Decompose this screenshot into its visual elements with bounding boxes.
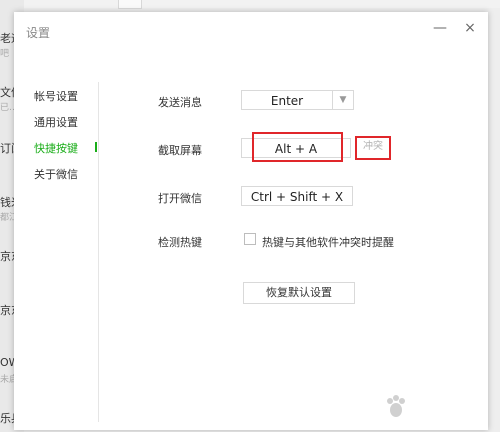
nav-item-shortcuts[interactable]: 快捷按键 xyxy=(34,140,78,156)
settings-nav: 帐号设置 通用设置 快捷按键 关于微信 xyxy=(14,82,99,422)
open-wechat-hotkey-field[interactable]: Ctrl + Shift + X xyxy=(241,186,353,206)
highlight-box xyxy=(252,132,343,162)
nav-item-account[interactable]: 帐号设置 xyxy=(34,88,78,104)
nav-item-about[interactable]: 关于微信 xyxy=(34,166,78,182)
minimize-icon[interactable]: — xyxy=(432,20,448,36)
nav-active-indicator xyxy=(95,142,97,152)
watermark-logo xyxy=(387,395,405,417)
open-wechat-label: 打开微信 xyxy=(158,192,202,205)
detect-hotkey-label: 检测热键 xyxy=(158,236,202,249)
reset-defaults-button[interactable]: 恢复默认设置 xyxy=(243,282,355,304)
detect-hotkey-checkbox[interactable] xyxy=(244,233,256,245)
dialog-title: 设置 xyxy=(26,26,51,40)
background-add-button xyxy=(118,0,142,9)
detect-hotkey-checkbox-label[interactable]: 热键与其他软件冲突时提醒 xyxy=(262,234,394,250)
send-message-label: 发送消息 xyxy=(158,96,202,109)
close-icon[interactable]: × xyxy=(462,20,478,36)
send-message-select[interactable]: Enter xyxy=(241,90,333,110)
screenshot-label: 截取屏幕 xyxy=(158,144,202,157)
background-topbar xyxy=(0,0,500,8)
nav-item-general[interactable]: 通用设置 xyxy=(34,114,78,130)
chevron-down-icon[interactable]: ▼ xyxy=(332,90,354,110)
highlight-box xyxy=(355,136,391,160)
settings-dialog: 设置 — × 帐号设置 通用设置 快捷按键 关于微信 发送消息 Enter ▼ … xyxy=(14,12,488,430)
